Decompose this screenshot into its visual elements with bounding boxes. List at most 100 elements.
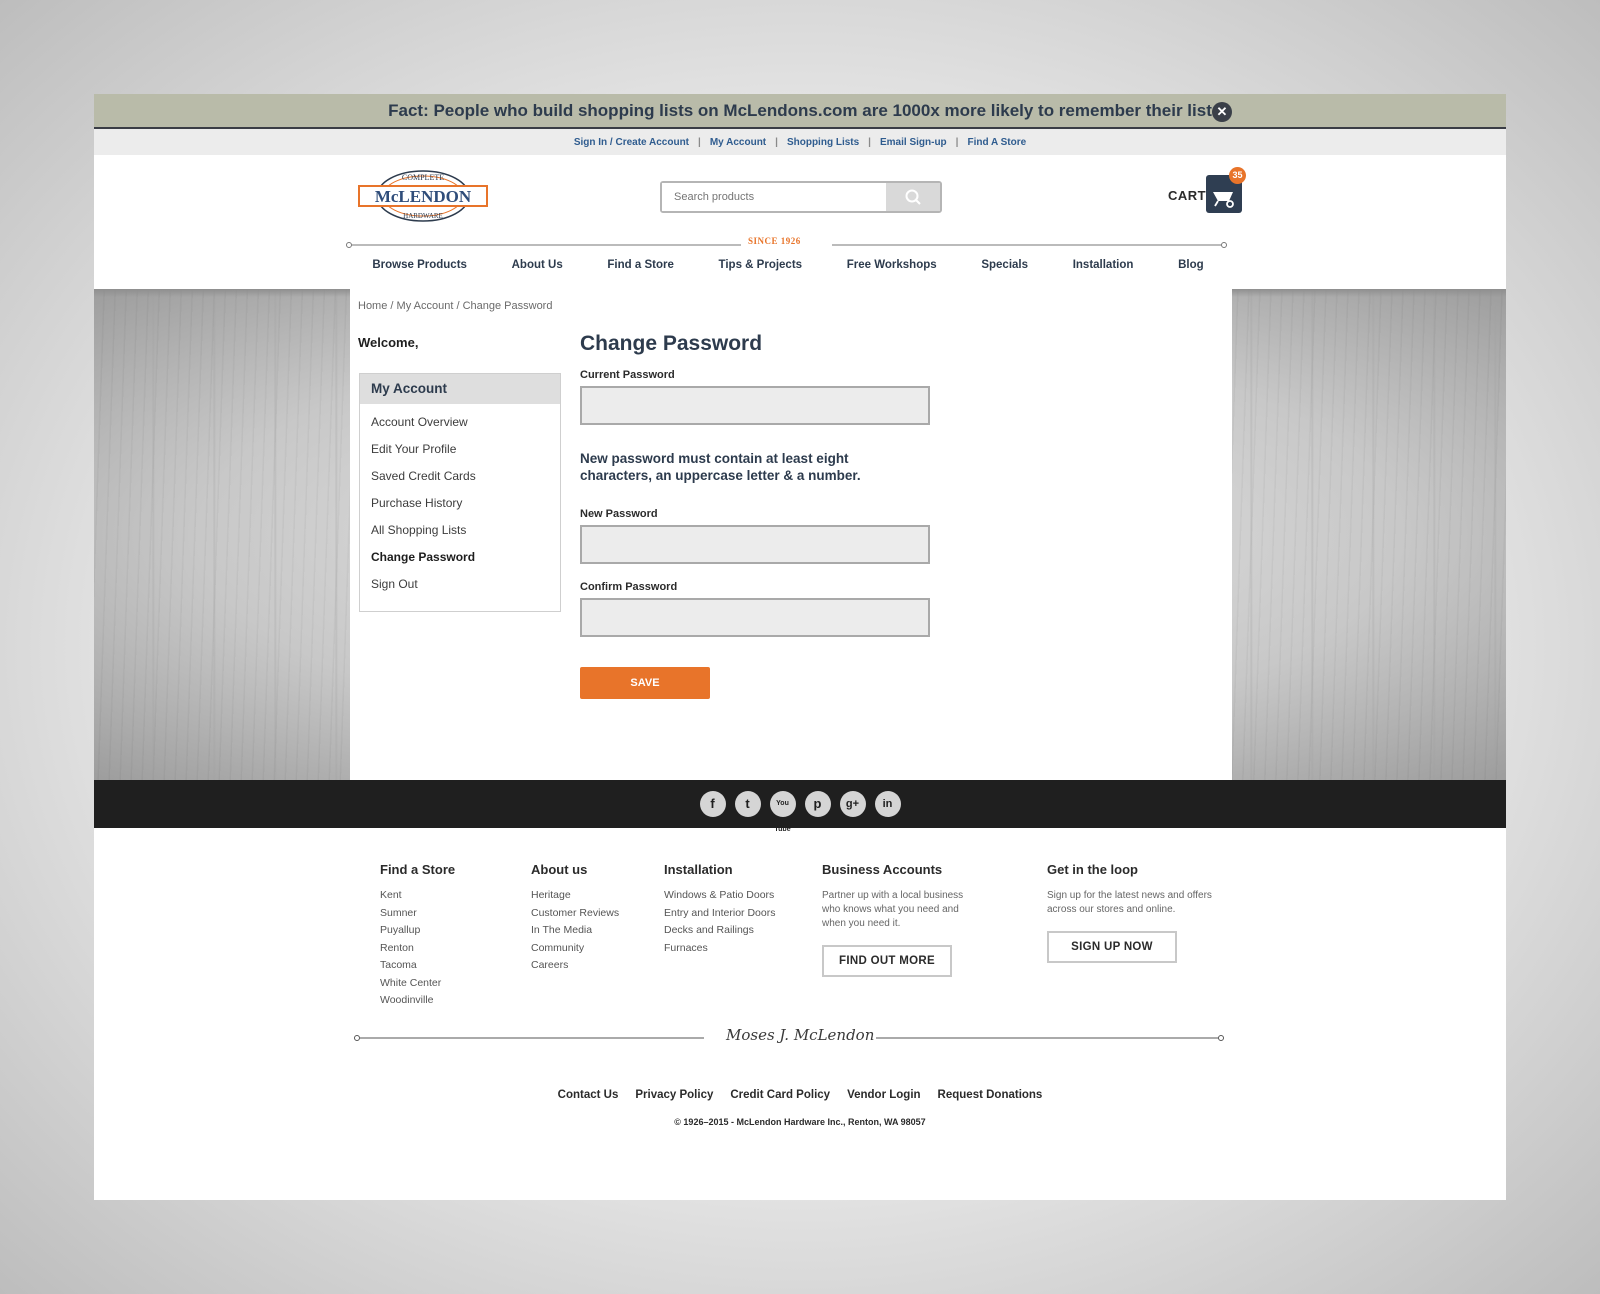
footer-heading: Find a Store xyxy=(380,862,456,877)
footer-link[interactable]: Careers xyxy=(531,959,619,977)
sidebar-item-purchase-history[interactable]: Purchase History xyxy=(371,495,560,522)
footer-heading: Business Accounts xyxy=(822,862,943,877)
sidebar-item-all-shopping-lists[interactable]: All Shopping Lists xyxy=(371,522,560,549)
footer-link[interactable]: Kent xyxy=(380,889,455,907)
utility-nav: Sign In / Create Account | My Account | Sh… xyxy=(94,129,1506,155)
nav-find-a-store[interactable]: Find a Store xyxy=(607,259,673,271)
footer-link[interactable]: Tacoma xyxy=(380,959,455,977)
search-input[interactable] xyxy=(662,183,886,211)
footer-link[interactable]: Woodinville xyxy=(380,994,455,1012)
nav-blog[interactable]: Blog xyxy=(1178,259,1204,271)
facebook-icon[interactable]: f xyxy=(699,791,726,817)
svg-text:HARDWARE: HARDWARE xyxy=(403,212,443,220)
nav-installation[interactable]: Installation xyxy=(1073,259,1134,271)
founder-signature: Moses J. McLendon xyxy=(726,1026,875,1044)
google-plus-icon[interactable]: g+ xyxy=(839,791,866,817)
vendor-login-link[interactable]: Vendor Login xyxy=(847,1089,920,1101)
footer-heading: About us xyxy=(531,862,588,877)
nav-browse-products[interactable]: Browse Products xyxy=(372,259,467,271)
account-sidebar: My Account Account Overview Edit Your Pr… xyxy=(359,373,561,612)
footer-link[interactable]: Heritage xyxy=(531,889,619,907)
loop-text: Sign up for the latest news and offers a… xyxy=(1047,890,1212,915)
search-button[interactable] xyxy=(886,183,940,211)
email-signup-link[interactable]: Email Sign-up xyxy=(871,137,956,148)
footer-col-business: Business Accounts Partner up with a loca… xyxy=(822,862,982,977)
footer-link[interactable]: Windows & Patio Doors xyxy=(664,889,775,907)
footer-link[interactable]: Customer Reviews xyxy=(531,907,619,925)
business-text: Partner up with a local business who kno… xyxy=(822,890,964,929)
my-account-link[interactable]: My Account xyxy=(701,137,775,148)
footer-link[interactable]: Puyallup xyxy=(380,924,455,942)
sidebar-item-account-overview[interactable]: Account Overview xyxy=(371,414,560,441)
footer-col-stores: Find a Store Kent Sumner Puyallup Renton… xyxy=(380,862,455,1012)
social-bar: f t You Tube p g+ in xyxy=(94,780,1506,833)
footer-heading: Installation xyxy=(664,862,733,877)
nav-specials[interactable]: Specials xyxy=(981,259,1028,271)
copyright: © 1926–2015 - McLendon Hardware Inc., Re… xyxy=(674,1117,926,1127)
find-a-store-link[interactable]: Find A Store xyxy=(958,137,1035,148)
footer-link[interactable]: White Center xyxy=(380,977,455,995)
shopping-lists-link[interactable]: Shopping Lists xyxy=(778,137,868,148)
request-donations-link[interactable]: Request Donations xyxy=(938,1089,1043,1101)
sidebar-item-saved-credit-cards[interactable]: Saved Credit Cards xyxy=(371,468,560,495)
new-password-label: New Password xyxy=(580,508,658,520)
sidebar-item-change-password[interactable]: Change Password xyxy=(371,549,560,576)
current-password-field[interactable] xyxy=(580,386,930,425)
footer-links: Contact Us Privacy Policy Credit Card Po… xyxy=(94,1089,1506,1101)
breadcrumb-current: Change Password xyxy=(462,300,553,312)
main-content: Home / My Account / Change Password Welc… xyxy=(350,289,1232,780)
announcement-text: Fact: People who build shopping lists on… xyxy=(388,100,1212,120)
footer-link[interactable]: Renton xyxy=(380,942,455,960)
find-out-more-button[interactable]: FIND OUT MORE xyxy=(822,945,952,977)
page-title: Change Password xyxy=(580,332,763,355)
sign-in-link[interactable]: Sign In / Create Account xyxy=(565,137,698,148)
sidebar-menu: Account Overview Edit Your Profile Saved… xyxy=(360,404,560,611)
breadcrumb-my-account[interactable]: My Account xyxy=(397,300,454,312)
save-button[interactable]: SAVE xyxy=(580,667,710,699)
close-icon[interactable]: ✕ xyxy=(1212,102,1232,122)
site-header: COMPLETE McLENDON HARDWARE CART 35 xyxy=(94,155,1506,289)
youtube-icon[interactable]: You Tube xyxy=(769,791,796,833)
contact-us-link[interactable]: Contact Us xyxy=(558,1089,619,1101)
breadcrumb-home[interactable]: Home xyxy=(358,300,387,312)
current-password-label: Current Password xyxy=(580,369,675,381)
password-rules: New password must contain at least eight… xyxy=(580,451,861,483)
browser-page: Fact: People who build shopping lists on… xyxy=(94,94,1506,1200)
sidebar-item-edit-profile[interactable]: Edit Your Profile xyxy=(371,441,560,468)
nav-tips-projects[interactable]: Tips & Projects xyxy=(719,259,803,271)
cart-label[interactable]: CART xyxy=(1168,188,1206,203)
confirm-password-field[interactable] xyxy=(580,598,930,637)
twitter-icon[interactable]: t xyxy=(734,791,761,817)
footer-link[interactable]: Decks and Railings xyxy=(664,924,775,942)
footer-link[interactable]: In The Media xyxy=(531,924,619,942)
footer-heading: Get in the loop xyxy=(1047,862,1138,877)
nav-about-us[interactable]: About Us xyxy=(512,259,563,271)
cart-count-badge: 35 xyxy=(1229,167,1246,184)
search-box xyxy=(660,181,942,213)
svg-text:McLENDON: McLENDON xyxy=(375,187,472,206)
footer-col-loop: Get in the loop Sign up for the latest n… xyxy=(1047,862,1232,963)
svg-text:COMPLETE: COMPLETE xyxy=(402,173,444,182)
linkedin-icon[interactable]: in xyxy=(874,791,901,817)
main-nav: Browse Products About Us Find a Store Ti… xyxy=(350,259,1226,271)
pinterest-icon[interactable]: p xyxy=(804,791,831,817)
search-icon xyxy=(905,189,921,205)
footer-col-about: About us Heritage Customer Reviews In Th… xyxy=(531,862,619,977)
nav-free-workshops[interactable]: Free Workshops xyxy=(847,259,937,271)
new-password-field[interactable] xyxy=(580,525,930,564)
breadcrumb: Home / My Account / Change Password xyxy=(358,300,552,312)
welcome-text: Welcome, xyxy=(358,335,419,350)
sign-up-now-button[interactable]: SIGN UP NOW xyxy=(1047,931,1177,963)
sidebar-title: My Account xyxy=(360,374,560,404)
announcement-bar: Fact: People who build shopping lists on… xyxy=(94,94,1506,129)
privacy-policy-link[interactable]: Privacy Policy xyxy=(635,1089,713,1101)
breadcrumb-separator: / xyxy=(456,300,460,312)
footer-link[interactable]: Sumner xyxy=(380,907,455,925)
mclendon-logo[interactable]: COMPLETE McLENDON HARDWARE xyxy=(358,169,488,223)
footer-link[interactable]: Furnaces xyxy=(664,942,775,960)
confirm-password-label: Confirm Password xyxy=(580,581,678,593)
footer-link[interactable]: Entry and Interior Doors xyxy=(664,907,775,925)
footer-link[interactable]: Community xyxy=(531,942,619,960)
sidebar-item-sign-out[interactable]: Sign Out xyxy=(371,576,560,603)
credit-card-policy-link[interactable]: Credit Card Policy xyxy=(730,1089,830,1101)
